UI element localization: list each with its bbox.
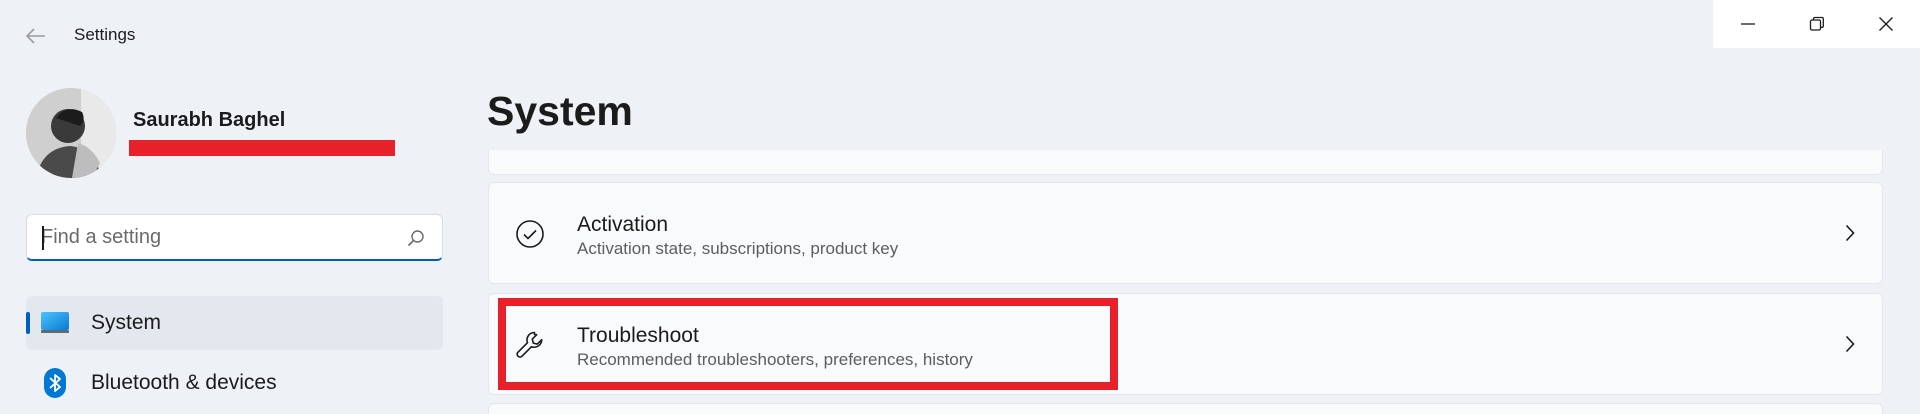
chevron-right-icon — [1840, 332, 1860, 356]
restore-icon — [1809, 16, 1824, 31]
selection-indicator — [26, 312, 30, 334]
settings-card-partial[interactable] — [488, 403, 1883, 414]
user-photo-icon — [26, 88, 116, 178]
sidebar-item-label: System — [91, 311, 162, 334]
back-button[interactable] — [18, 18, 54, 54]
close-button[interactable] — [1851, 0, 1920, 48]
search-icon[interactable] — [406, 228, 426, 248]
minimize-icon — [1740, 23, 1755, 25]
user-name: Saurabh Baghel — [133, 109, 286, 131]
close-icon — [1878, 17, 1893, 31]
chevron-right-icon — [1840, 221, 1860, 245]
bluetooth-icon — [40, 368, 70, 398]
sidebar-item-system[interactable]: System — [26, 296, 443, 350]
settings-card-activation[interactable]: Activation Activation state, subscriptio… — [488, 182, 1883, 284]
back-arrow-icon — [26, 28, 45, 44]
card-title: Activation — [577, 213, 669, 236]
text-caret — [42, 226, 44, 250]
card-subtitle: Activation state, subscriptions, product… — [577, 239, 899, 258]
app-title: Settings — [74, 25, 136, 44]
maximize-button[interactable] — [1782, 0, 1851, 48]
window-controls — [1713, 0, 1920, 48]
email-redaction-bar — [129, 140, 395, 156]
checkmark-circle-icon — [513, 217, 547, 251]
page-title: System — [487, 88, 633, 134]
sidebar-item-label: Bluetooth & devices — [91, 371, 277, 394]
avatar[interactable] — [26, 88, 116, 178]
settings-card-partial[interactable] — [488, 150, 1883, 175]
title-bar: Settings — [0, 0, 1920, 48]
search-input[interactable] — [41, 223, 401, 251]
sidebar-item-bluetooth-devices[interactable]: Bluetooth & devices — [26, 356, 443, 410]
system-display-icon — [40, 308, 70, 338]
minimize-button[interactable] — [1713, 0, 1782, 48]
highlight-annotation-box — [498, 298, 1118, 390]
search-box[interactable] — [26, 214, 443, 261]
